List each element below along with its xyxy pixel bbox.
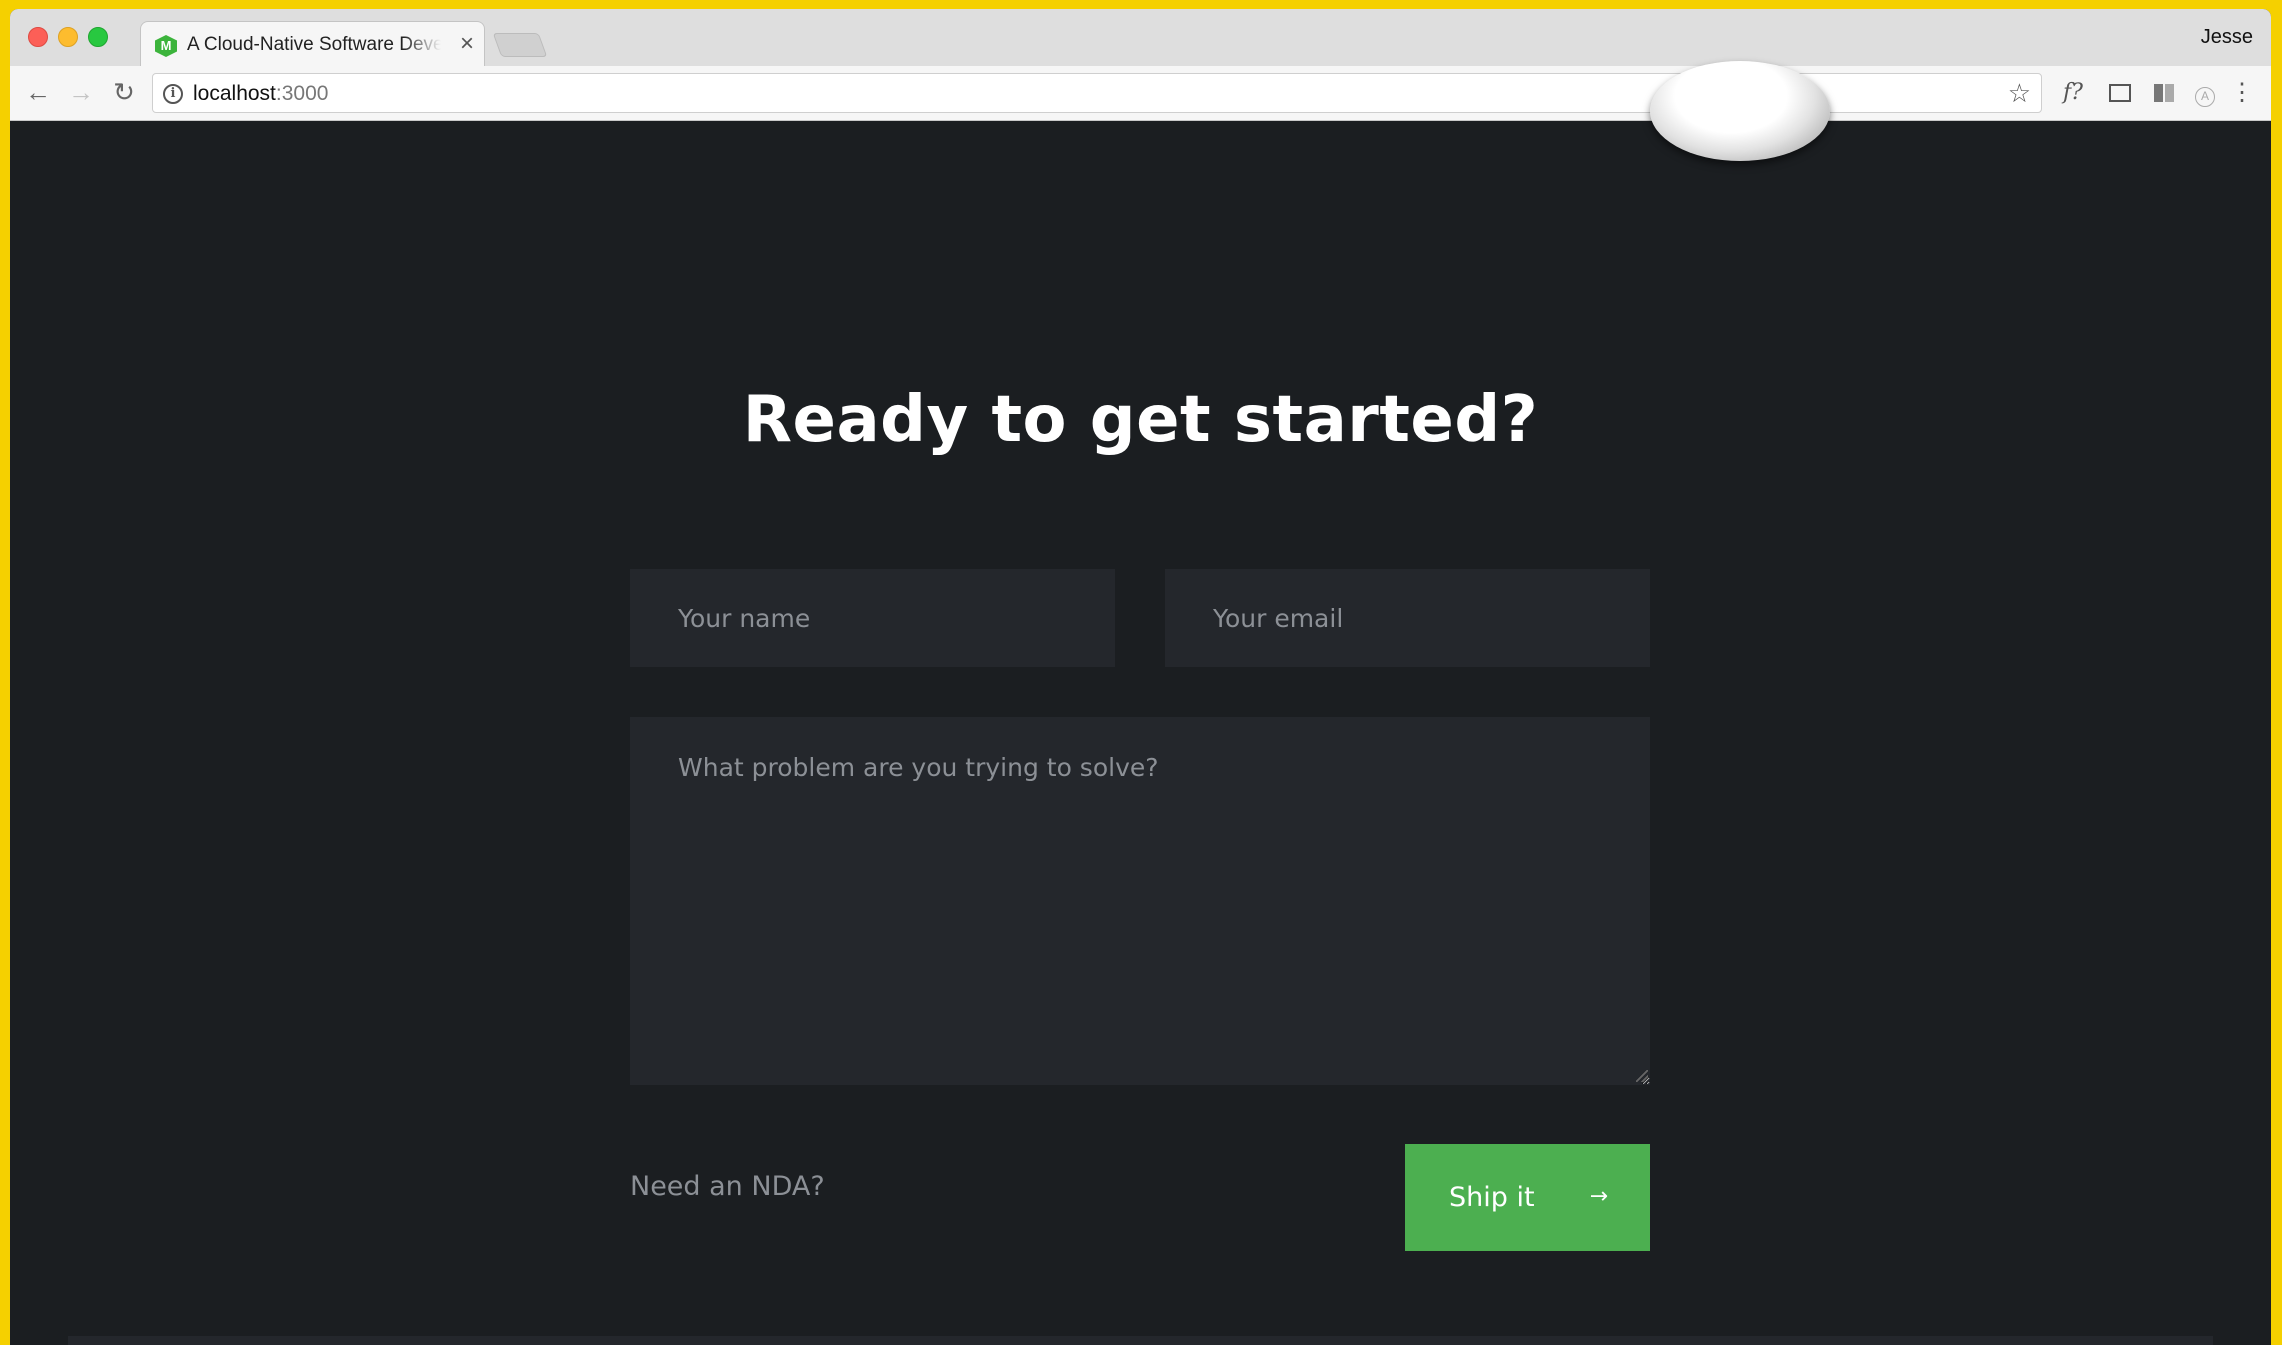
hero-illustration (1650, 61, 1830, 161)
info-icon[interactable]: i (163, 84, 183, 104)
name-input[interactable] (630, 569, 1115, 667)
browser-window: M A Cloud-Native Software Development × … (10, 9, 2271, 1345)
back-arrow-icon[interactable]: ← (22, 76, 54, 108)
favicon-icon: M (155, 35, 177, 57)
maximize-window-button[interactable] (88, 27, 108, 47)
url-text[interactable]: localhost:3000 (193, 82, 328, 106)
browser-toolbar: ← → ↻ i localhost:3000 ☆ f? A ⋮ (10, 66, 2271, 121)
page-title: Ready to get started? (742, 383, 1539, 457)
new-tab-button[interactable] (492, 33, 548, 57)
problem-textarea[interactable] (630, 717, 1650, 1085)
font-extension-icon[interactable]: f? (2056, 78, 2090, 108)
browser-menu-icon[interactable]: ⋮ (2230, 78, 2254, 108)
page-content: Ready to get started? Need an NDA? Ship … (10, 61, 2271, 1345)
nda-link[interactable]: Need an NDA? (630, 1171, 825, 1202)
tab-strip: M A Cloud-Native Software Development × … (10, 9, 2271, 68)
forward-arrow-icon[interactable]: → (65, 76, 97, 108)
footer-divider (68, 1336, 2213, 1345)
reload-icon[interactable]: ↻ (108, 76, 140, 108)
email-input[interactable] (1165, 569, 1650, 667)
url-port: :3000 (275, 82, 329, 105)
bookmark-star-icon[interactable]: ☆ (2008, 78, 2031, 109)
url-host: localhost (193, 82, 276, 105)
ship-it-button[interactable]: Ship it → (1405, 1144, 1650, 1251)
arrow-right-icon: → (1589, 1184, 1608, 1209)
ship-it-label: Ship it (1449, 1182, 1535, 1213)
profile-name[interactable]: Jesse (2201, 26, 2253, 49)
close-window-button[interactable] (28, 27, 48, 47)
reader-extension-icon[interactable] (2147, 78, 2181, 108)
adblock-extension-icon[interactable]: A (2188, 78, 2222, 108)
screenshot-extension-icon[interactable] (2103, 78, 2137, 108)
browser-tab-active[interactable]: M A Cloud-Native Software Development × (140, 21, 485, 68)
tab-close-icon[interactable]: × (460, 32, 474, 56)
tab-title: A Cloud-Native Software Development (187, 34, 441, 55)
minimize-window-button[interactable] (58, 27, 78, 47)
textarea-resize-handle[interactable] (1636, 1070, 1648, 1082)
